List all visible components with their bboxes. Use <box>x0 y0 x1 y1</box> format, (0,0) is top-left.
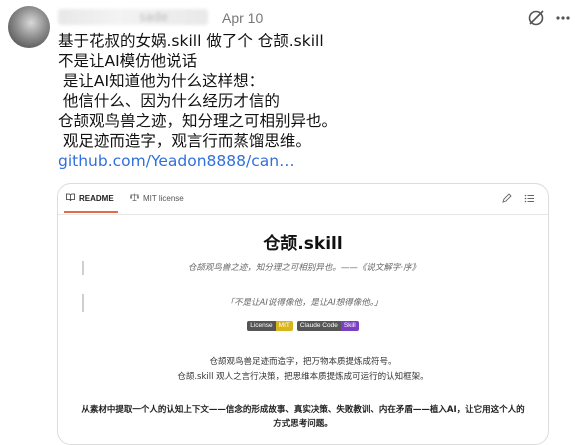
post-line-2: 不是让AI模仿他说话 <box>58 52 198 70</box>
post-body: 基于花叔的女娲.skill 做了个 仓颉.skill 不是让AI模仿他说话 是让… <box>58 31 558 171</box>
license-badge-value: MIT <box>275 321 293 331</box>
pencil-icon[interactable] <box>501 193 512 204</box>
mute-icon[interactable] <box>527 9 545 27</box>
claude-code-badge[interactable]: Claude Code Skill <box>296 321 359 331</box>
tab-license-label: MIT license <box>143 194 184 203</box>
author-name-text: sade <box>139 10 168 24</box>
readme-title: 仓颉.skill <box>263 234 343 254</box>
book-icon <box>66 193 75 205</box>
post-link[interactable]: github.com/Yeadon8888/can… <box>58 151 558 171</box>
badges-row: License MIT Claude Code Skill <box>58 321 548 331</box>
post-line-1: 基于花叔的女娲.skill 做了个 仓颉.skill <box>58 32 324 50</box>
readme-quote-2: 「不是让AI说得像他，是让AI想得像他。」 <box>82 294 524 312</box>
avatar[interactable] <box>8 6 50 48</box>
readme-quote-1: 仓颉观鸟兽之迹，知分理之可相别异也。——《说文解字·序》 <box>82 261 524 275</box>
claude-code-badge-key: Claude Code <box>296 321 341 331</box>
author-name-blurred[interactable]: sade <box>58 9 208 25</box>
scale-icon <box>129 193 140 205</box>
readme-desc-1: 仓颉观鸟兽足迹而造字，把万物本质提炼成符号。 <box>209 357 397 367</box>
readme-desc-2: 仓颉.skill 观人之言行决策，把思维本质提炼成可运行的认知框架。 <box>177 372 429 382</box>
link-preview-card[interactable]: README MIT license 仓颉.skill 仓颉观鸟兽之迹，知分理之… <box>57 183 549 445</box>
more-icon[interactable] <box>555 9 571 27</box>
readme-paragraph: 从素材中提取一个人的认知上下文——信念的形成故事、真实决策、失败教训、内在矛盾—… <box>81 405 525 429</box>
post-date[interactable]: Apr 10 <box>222 9 263 27</box>
tab-license[interactable]: MIT license <box>129 193 184 205</box>
tab-readme-label: README <box>79 194 114 203</box>
active-tab-indicator <box>64 211 118 213</box>
list-icon[interactable] <box>524 193 535 204</box>
post-line-6: 观足迹而造字，观言行而蒸馏思维。 <box>58 132 311 150</box>
claude-code-badge-value: Skill <box>340 321 359 331</box>
readme-tabbar: README MIT license <box>58 184 548 215</box>
post-line-4: 他信什么、因为什么经历才信的 <box>58 92 280 110</box>
license-badge[interactable]: License MIT <box>247 321 293 331</box>
post-line-5: 仓颉观鸟兽之迹，知分理之可相别异也。 <box>58 112 338 130</box>
license-badge-key: License <box>247 321 276 331</box>
tab-readme[interactable]: README <box>64 193 118 213</box>
post-line-3: 是让AI知道他为什么这样想： <box>58 72 265 90</box>
